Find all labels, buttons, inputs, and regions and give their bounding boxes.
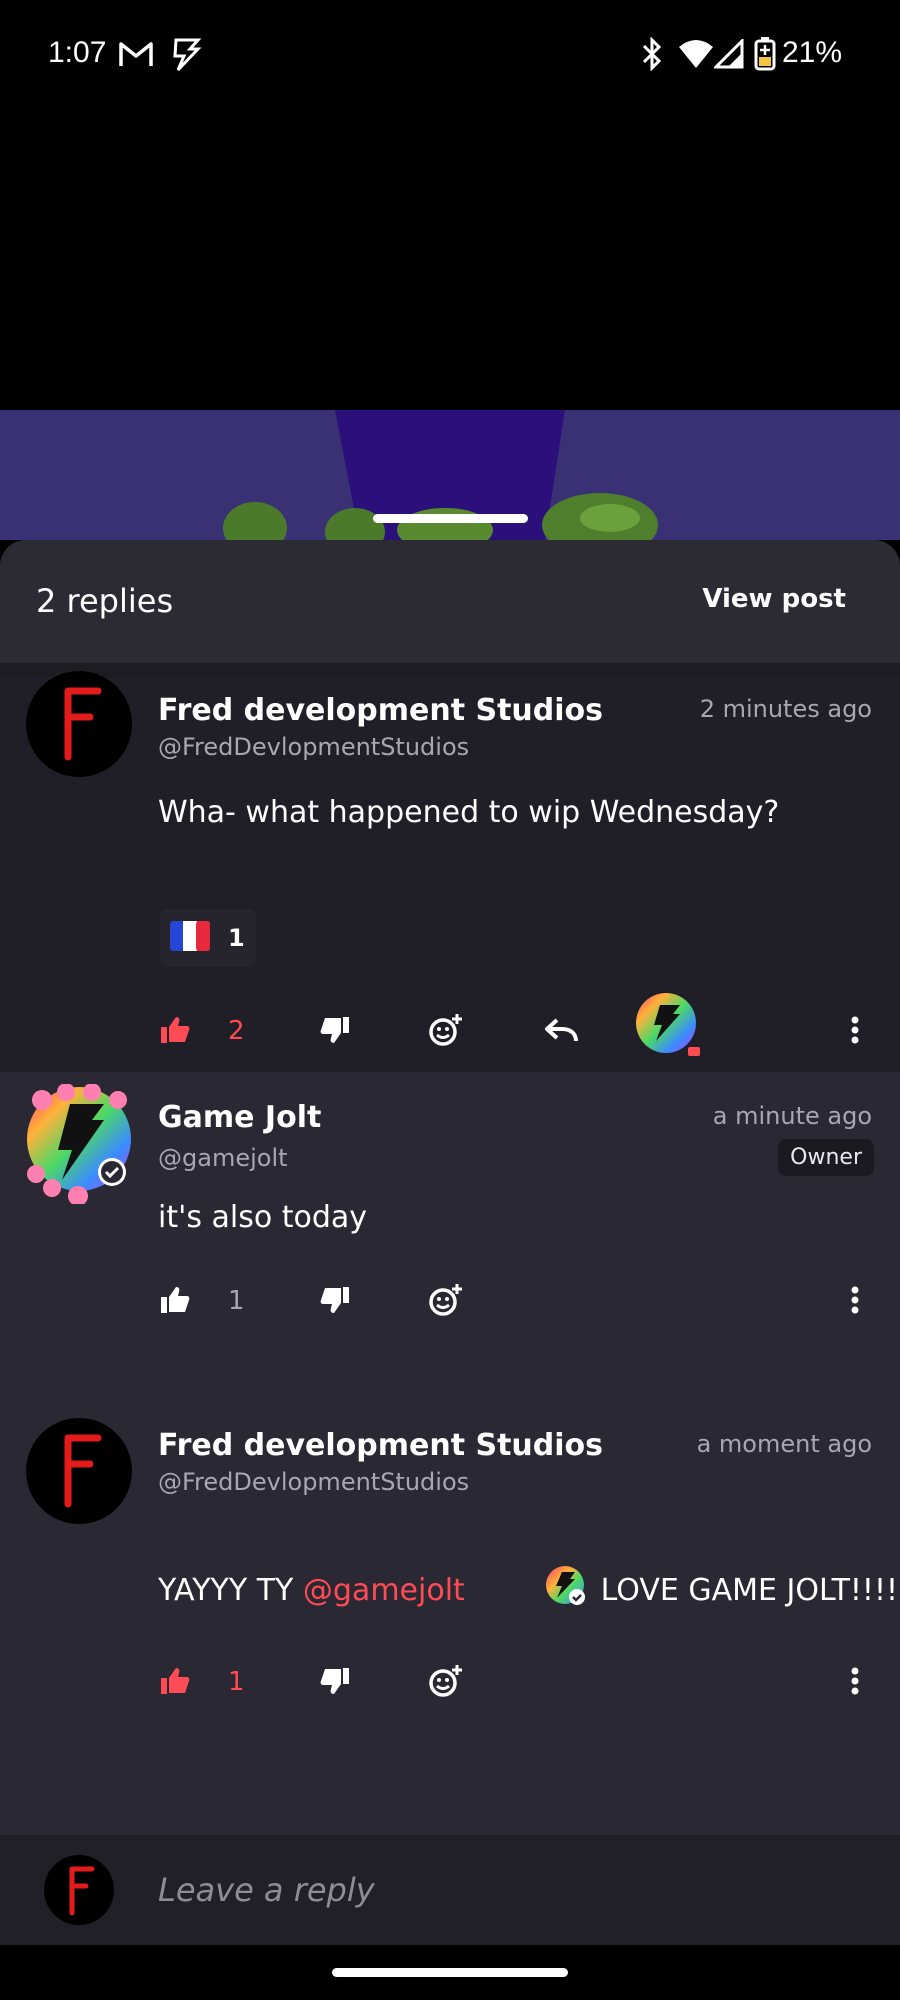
divider xyxy=(0,663,900,677)
like-button[interactable] xyxy=(160,1653,190,1713)
add-emoji-icon xyxy=(428,1282,464,1322)
comment-item: Fred development Studios 2 minutes ago @… xyxy=(0,671,900,1072)
reply-button[interactable] xyxy=(545,1002,579,1062)
bluetooth-icon xyxy=(638,36,666,72)
comment-timestamp: a minute ago xyxy=(712,1102,872,1130)
signal-icon xyxy=(714,36,744,72)
comment-text: Wha- what happened to wip Wednesday? xyxy=(158,795,780,830)
avatar[interactable] xyxy=(26,1083,132,1206)
add-emoji-icon xyxy=(428,1663,464,1703)
thumbs-up-icon xyxy=(160,1286,190,1318)
add-reaction-button[interactable] xyxy=(428,1002,464,1062)
avatar[interactable] xyxy=(26,1418,132,1524)
comment-handle[interactable]: @gamejolt xyxy=(158,1144,288,1172)
thumbs-down-icon xyxy=(320,1286,350,1318)
current-user-avatar xyxy=(44,1855,114,1925)
comment-author[interactable]: Fred development Studios xyxy=(158,1428,603,1463)
sheet-drag-handle[interactable] xyxy=(373,514,528,523)
battery-percent: 21% xyxy=(782,36,843,69)
like-count: 2 xyxy=(228,1016,245,1046)
reaction-chip[interactable]: 1 xyxy=(160,909,256,967)
more-options-button[interactable] xyxy=(850,1653,860,1713)
status-bar: 1:07 21% xyxy=(0,0,900,110)
more-options-button[interactable] xyxy=(850,1272,860,1332)
comment-handle[interactable]: @FredDevlopmentStudios xyxy=(158,733,469,761)
like-button[interactable] xyxy=(160,1002,190,1062)
battery-icon xyxy=(754,36,776,72)
status-time: 1:07 xyxy=(48,36,107,69)
comment-text: YAYYY TY @gamejolt LOVE GAME JOLT!!!! xyxy=(158,1530,898,1650)
more-vertical-icon xyxy=(850,1286,860,1318)
thumbs-down-icon xyxy=(320,1016,350,1048)
dislike-button[interactable] xyxy=(320,1272,350,1332)
france-flag-icon xyxy=(170,921,210,955)
comment-text-start: YAYYY TY xyxy=(158,1572,303,1608)
thumbs-up-icon xyxy=(160,1016,190,1048)
comment-actions: 2 xyxy=(0,993,900,1062)
comment-author[interactable]: Game Jolt xyxy=(158,1100,321,1135)
comment-text: it's also today xyxy=(158,1200,368,1235)
gamejolt-notification-icon xyxy=(166,36,202,72)
replies-count-title: 2 replies xyxy=(36,582,174,620)
thumbs-up-icon xyxy=(160,1667,190,1699)
replies-sheet: 2 replies View post Fred development Stu… xyxy=(0,540,900,1945)
reply-input[interactable] xyxy=(158,1855,858,1925)
like-count: 1 xyxy=(228,1286,245,1316)
more-vertical-icon xyxy=(850,1667,860,1699)
dislike-button[interactable] xyxy=(320,1653,350,1713)
gamejolt-emoji-icon xyxy=(469,1530,587,1650)
wifi-icon xyxy=(678,36,714,72)
reply-arrow-icon xyxy=(545,1016,579,1048)
owner-badge: Owner xyxy=(778,1139,874,1176)
avatar[interactable] xyxy=(26,671,132,777)
add-reaction-button[interactable] xyxy=(428,1653,464,1713)
add-reaction-button[interactable] xyxy=(428,1272,464,1332)
reaction-count: 1 xyxy=(228,924,245,952)
comment-text-end: LOVE GAME JOLT!!!! xyxy=(591,1572,898,1608)
dislike-button[interactable] xyxy=(320,1002,350,1062)
gamejolt-avatar-icon xyxy=(634,991,704,1065)
mention-link[interactable]: @gamejolt xyxy=(303,1573,465,1608)
like-count: 1 xyxy=(228,1667,245,1697)
comment-actions: 1 xyxy=(0,1653,900,1713)
gmail-icon xyxy=(118,36,154,72)
view-post-button[interactable]: View post xyxy=(702,584,846,614)
comment-author[interactable]: Fred development Studios xyxy=(158,693,603,728)
comment-timestamp: a moment ago xyxy=(696,1430,872,1458)
comment-handle[interactable]: @FredDevlopmentStudios xyxy=(158,1468,469,1496)
add-emoji-icon xyxy=(428,1012,464,1052)
comment-timestamp: 2 minutes ago xyxy=(699,695,872,723)
more-vertical-icon xyxy=(850,1016,860,1048)
navigation-bar xyxy=(0,1945,900,2000)
sheet-header: 2 replies View post xyxy=(0,540,900,663)
owner-liked-avatar[interactable] xyxy=(634,993,704,1060)
home-gesture-bar[interactable] xyxy=(332,1968,568,1977)
comment-item: Game Jolt a minute ago @gamejolt Owner i… xyxy=(0,1072,900,1402)
comment-actions: 1 xyxy=(0,1272,900,1332)
more-options-button[interactable] xyxy=(850,1002,860,1062)
reply-composer xyxy=(0,1835,900,1945)
thumbs-down-icon xyxy=(320,1667,350,1699)
like-button[interactable] xyxy=(160,1272,190,1332)
